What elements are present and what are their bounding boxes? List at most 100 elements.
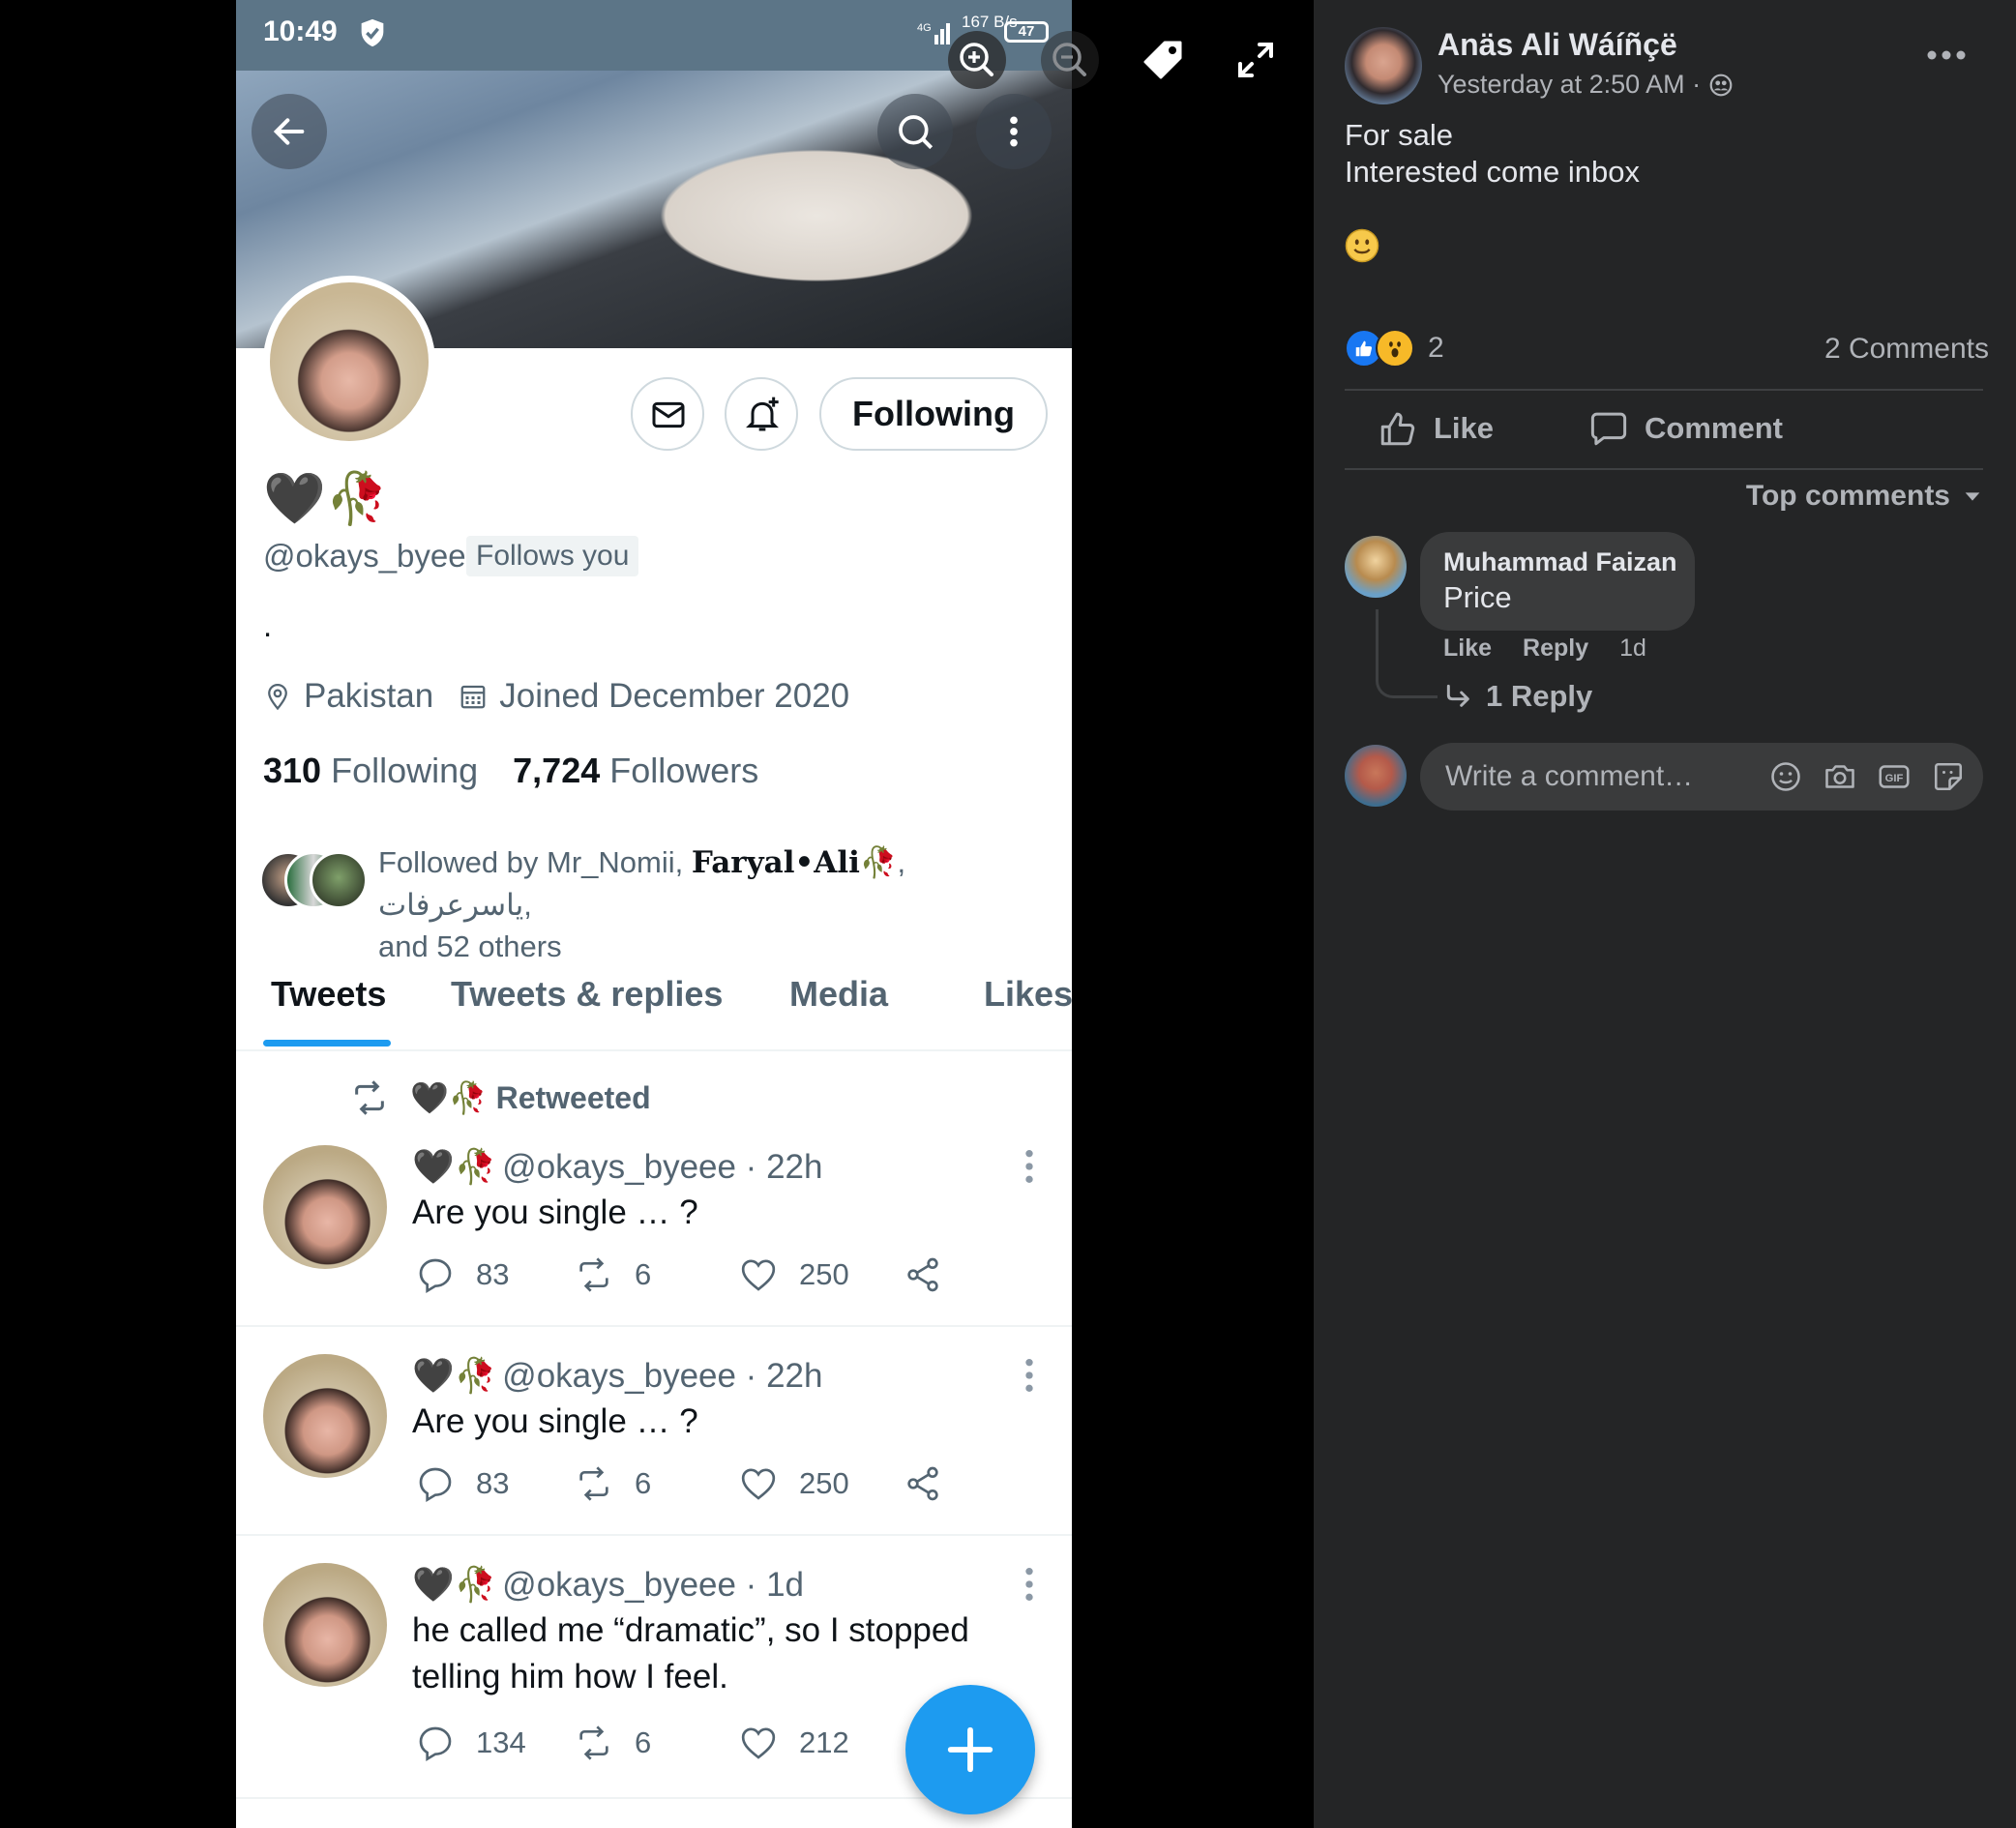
tweet-text: Are you single … ? bbox=[412, 1402, 698, 1440]
network-speed: 167 B/s bbox=[962, 13, 1018, 31]
reply-count: 83 bbox=[476, 1257, 510, 1291]
tweet-avatar[interactable] bbox=[263, 1145, 387, 1269]
poster-avatar[interactable] bbox=[1345, 27, 1422, 104]
comment-reply-link[interactable]: Reply bbox=[1523, 634, 1588, 663]
profile-avatar[interactable] bbox=[263, 276, 435, 448]
followers-count: 7,724 bbox=[513, 751, 601, 790]
comment-sort-label: Top comments bbox=[1745, 480, 1950, 512]
like-post-label: Like bbox=[1434, 411, 1495, 445]
heart-icon bbox=[741, 1259, 776, 1291]
reply-arrow-icon bbox=[1446, 684, 1469, 707]
profile-joined-date: Joined December 2020 bbox=[499, 677, 850, 715]
retweet-icon bbox=[579, 1257, 608, 1292]
tweet-author-name: 🖤🥀 bbox=[412, 1148, 497, 1186]
retweet-count: 6 bbox=[635, 1257, 652, 1291]
thumbs-up-icon bbox=[1380, 412, 1415, 446]
reply-count: 134 bbox=[476, 1725, 526, 1759]
photo-viewer: 10:49 4G 47 167 B/s Following 🖤🥀 @okays_… bbox=[0, 0, 1314, 1828]
tweet-avatar[interactable] bbox=[263, 1563, 387, 1687]
tweet[interactable]: 🖤🥀 @okays_byeee · 22h Are you single … ? … bbox=[236, 1112, 1072, 1327]
retweet-icon bbox=[579, 1466, 608, 1501]
retweet-count: 6 bbox=[635, 1466, 652, 1500]
more-vertical-icon bbox=[1010, 116, 1018, 147]
tweet-author-name: 🖤🥀 bbox=[412, 1357, 497, 1395]
tweet-more-icon[interactable] bbox=[1022, 1565, 1037, 1604]
commenter-avatar[interactable] bbox=[1345, 536, 1407, 598]
reply-button[interactable]: 83 bbox=[416, 1255, 509, 1294]
following-button[interactable]: Following bbox=[819, 377, 1048, 451]
tab-likes[interactable]: Likes bbox=[984, 974, 1072, 1015]
post-more-icon[interactable] bbox=[1925, 48, 1968, 62]
tweet-more-icon[interactable] bbox=[1022, 1356, 1037, 1395]
comment-bubble-icon bbox=[1590, 412, 1627, 446]
poster-name[interactable]: Anäs Ali Wáíñçë bbox=[1438, 27, 1677, 63]
comments-count-link[interactable]: 2 Comments bbox=[1824, 333, 1989, 366]
tab-tweets[interactable]: Tweets bbox=[271, 974, 386, 1015]
comment-post-button[interactable]: Comment bbox=[1588, 408, 1783, 449]
retweet-icon bbox=[355, 1080, 384, 1115]
compose-tweet-button[interactable] bbox=[905, 1685, 1035, 1814]
like-count: 250 bbox=[799, 1466, 849, 1500]
search-button[interactable] bbox=[877, 94, 953, 169]
profile-bio: . bbox=[263, 607, 273, 643]
like-button[interactable]: 212 bbox=[739, 1724, 849, 1762]
tweet-meta: @okays_byeee · 22h bbox=[502, 1357, 823, 1395]
share-button[interactable] bbox=[904, 1464, 964, 1503]
tweet[interactable]: 🖤🥀 @okays_byeee · 22h Are you single … ? … bbox=[236, 1327, 1072, 1536]
fullscreen-icon[interactable] bbox=[1225, 29, 1287, 91]
gif-icon[interactable]: GIF bbox=[1877, 759, 1912, 794]
followed-by-prefix: Followed by Mr_Nomii, bbox=[378, 845, 692, 879]
followed-by-others: and 52 others bbox=[378, 929, 562, 963]
location-pin-icon bbox=[268, 683, 287, 711]
comment-composer: GIF bbox=[1420, 743, 1983, 811]
reply-bubble-icon bbox=[419, 1258, 452, 1294]
current-user-avatar[interactable] bbox=[1345, 745, 1407, 807]
message-button[interactable] bbox=[631, 377, 704, 451]
reaction-count: 2 bbox=[1428, 332, 1444, 364]
post-body-line-2: Interested come inbox bbox=[1345, 155, 1641, 189]
shield-icon bbox=[361, 18, 384, 47]
like-button[interactable]: 250 bbox=[739, 1464, 849, 1503]
retweet-button[interactable]: 6 bbox=[575, 1724, 651, 1762]
sticker-icon[interactable] bbox=[1931, 759, 1966, 794]
zoom-in-icon[interactable] bbox=[946, 29, 1008, 91]
retweet-button[interactable]: 6 bbox=[575, 1255, 651, 1294]
reply-bubble-icon bbox=[419, 1467, 452, 1503]
followers-count-link[interactable]: 7,724 Followers bbox=[513, 751, 758, 791]
zoom-out-icon[interactable] bbox=[1039, 29, 1101, 91]
view-replies-link[interactable]: 1 Reply bbox=[1443, 679, 1592, 714]
like-post-button[interactable]: Like bbox=[1378, 408, 1494, 449]
reaction-summary[interactable]: 2 bbox=[1345, 329, 1444, 368]
tab-tweets-replies[interactable]: Tweets & replies bbox=[451, 974, 723, 1015]
tag-icon[interactable] bbox=[1132, 29, 1194, 91]
reply-button[interactable]: 134 bbox=[416, 1724, 526, 1762]
envelope-icon bbox=[652, 401, 685, 428]
comment-age[interactable]: 1d bbox=[1619, 634, 1646, 663]
back-button[interactable] bbox=[252, 94, 327, 169]
smiley-emoji-icon bbox=[1345, 228, 1379, 263]
tweet-more-icon[interactable] bbox=[1022, 1147, 1037, 1186]
like-button[interactable]: 250 bbox=[739, 1255, 849, 1294]
tweet-avatar[interactable] bbox=[263, 1354, 387, 1478]
retweet-button[interactable]: 6 bbox=[575, 1464, 651, 1503]
comment-input[interactable] bbox=[1443, 743, 1753, 811]
reply-button[interactable]: 83 bbox=[416, 1464, 509, 1503]
like-count: 250 bbox=[799, 1257, 849, 1291]
follow-counts: 310 Following 7,724 Followers bbox=[263, 751, 758, 791]
notifications-button[interactable] bbox=[725, 377, 798, 451]
comment-author[interactable]: Muhammad Faizan bbox=[1443, 547, 1677, 577]
comment-like-link[interactable]: Like bbox=[1443, 634, 1492, 663]
followed-by-text[interactable]: Followed by Mr_Nomii, Faryal•Ali🥀, یاسرع… bbox=[378, 841, 1055, 967]
tab-media[interactable]: Media bbox=[789, 974, 888, 1015]
tweet-text: Are you single … ? bbox=[412, 1194, 698, 1231]
post-time-text[interactable]: Yesterday at 2:50 AM · bbox=[1438, 70, 1701, 100]
share-button[interactable] bbox=[904, 1255, 964, 1294]
camera-icon[interactable] bbox=[1823, 759, 1857, 794]
mutual-followers-avatars[interactable] bbox=[259, 851, 368, 909]
retweet-count: 6 bbox=[635, 1725, 652, 1759]
bell-plus-icon bbox=[746, 397, 779, 431]
emoji-icon[interactable] bbox=[1768, 759, 1803, 794]
more-options-button[interactable] bbox=[976, 94, 1052, 169]
comment-sort-dropdown[interactable]: Top comments bbox=[1746, 480, 1983, 513]
following-count-link[interactable]: 310 Following bbox=[263, 751, 478, 791]
